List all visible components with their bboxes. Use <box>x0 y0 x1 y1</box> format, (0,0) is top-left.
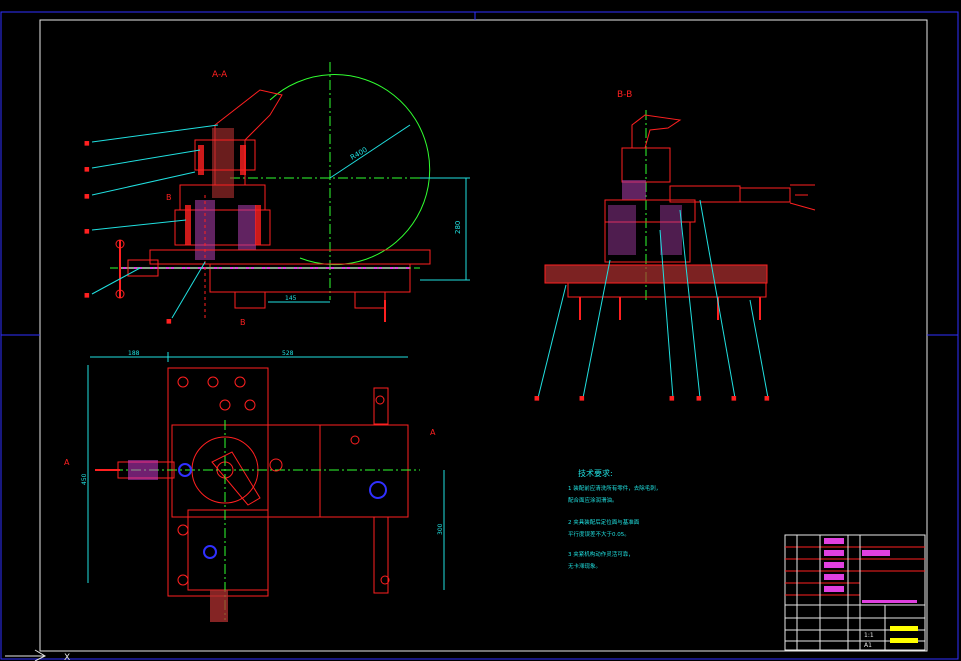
balloon-aa-5: ■ <box>84 292 90 299</box>
balloon-bb-1: ■ <box>534 395 540 402</box>
leader-aa-5 <box>91 267 141 295</box>
leader-bb-1 <box>537 284 567 399</box>
tb-fill-4 <box>824 574 844 580</box>
arm-hatch <box>212 128 234 198</box>
tb-fill-5 <box>824 586 844 592</box>
balloon-aa-1: ■ <box>84 140 90 147</box>
plan-dim-528: 528 <box>282 350 294 357</box>
base-plate-aa <box>149 249 431 265</box>
plan-plate-center <box>171 424 409 518</box>
plan-hole-blue-1 <box>369 481 387 499</box>
tech-requirements: 技术要求: 1 装配前应清洗所有零件，去除毛刺， 配合面应涂润滑油。 2 夹具装… <box>568 468 661 570</box>
plan-hole-4 <box>219 399 231 411</box>
base-plate-bb <box>545 265 767 283</box>
leader-aa-4 <box>91 219 187 231</box>
leader-bb-3 <box>659 229 674 399</box>
tb-fill-3 <box>824 562 844 568</box>
plan-dim-188: 188 <box>128 350 140 357</box>
plan-bottom-chuck <box>210 590 228 622</box>
balloon-aa-6: ■ <box>166 318 172 325</box>
clamp-head-hatch <box>622 180 646 200</box>
tech-line-3: 2 夹具装配后定位面与基准面 <box>568 518 640 526</box>
section-mark-b-bottom: B <box>240 318 246 327</box>
balloon-bb-3: ■ <box>669 395 675 402</box>
tech-line-5: 3 夹紧机构动作灵活可靠， <box>568 550 634 558</box>
section-mark-a-left: A <box>64 458 70 467</box>
leader-aa-2 <box>91 149 201 169</box>
tb-fill-7 <box>862 600 917 603</box>
tech-line-1: 1 装配前应清洗所有零件，去除毛刺， <box>568 484 661 492</box>
plan-hole-9 <box>350 435 360 445</box>
gripper-bb <box>789 184 816 211</box>
balloon-aa-3: ■ <box>84 193 90 200</box>
bolt-3 <box>185 205 191 245</box>
balloon-aa-2: ■ <box>84 166 90 173</box>
plan-lower-block <box>187 509 269 591</box>
plan-hole-3 <box>234 376 246 388</box>
section-aa-label: A-A <box>212 70 228 80</box>
radius-leader <box>329 124 411 179</box>
plan-hole-8 <box>269 458 283 472</box>
tech-line-6: 无卡滞现象。 <box>568 562 601 570</box>
plan-hole-10 <box>375 395 385 405</box>
plan-hole-blue-2 <box>203 545 217 559</box>
section-aa-view: A-A R400 280 145 B B ■ ■ ■ ■ ■ ■ <box>84 62 470 327</box>
cad-drawing: A-A R400 280 145 B B ■ ■ ■ ■ ■ ■ B-B ■ ■… <box>0 11 959 661</box>
handle-top-bb <box>631 114 682 149</box>
plan-dim-450: 450 <box>81 473 88 485</box>
swing-arc <box>269 74 431 266</box>
leader-aa-1 <box>91 124 219 143</box>
body-hatch-bb-2 <box>660 205 682 255</box>
tb-fill-6 <box>862 550 890 556</box>
dim-145: 145 <box>285 295 297 302</box>
dim-280: 280 <box>454 221 462 234</box>
tb-fill-yellow-2 <box>890 638 918 643</box>
balloon-aa-4: ■ <box>84 228 90 235</box>
plan-hole-2 <box>207 376 219 388</box>
plan-rail-top <box>373 387 389 425</box>
plan-hole-7 <box>177 524 189 536</box>
bolt-4 <box>255 205 261 245</box>
leader-aa-6 <box>171 261 206 319</box>
plan-hole-5 <box>244 399 256 411</box>
foot-aa-left <box>234 291 266 309</box>
tb-scale: 1:1 <box>864 632 874 639</box>
tech-line-4: 平行度误差不大于0.05。 <box>568 530 630 538</box>
plan-hole-6 <box>177 574 189 586</box>
title-block-frame <box>784 534 926 651</box>
tech-line-2: 配合面应涂润滑油。 <box>568 496 618 504</box>
leader-bb-5 <box>699 199 736 399</box>
svg-text:X: X <box>64 653 70 661</box>
balloon-bb-5: ■ <box>731 395 737 402</box>
section-bb-view: B-B ■ ■ ■ ■ ■ ■ <box>534 90 816 402</box>
balloon-bb-6: ■ <box>764 395 770 402</box>
section-mark-b-top: B <box>166 193 172 202</box>
plan-plate-left <box>167 367 269 597</box>
tb-fill-yellow-1 <box>890 626 918 631</box>
inner-frame <box>39 19 928 652</box>
tb-fill-1 <box>824 538 844 544</box>
section-mark-a-right: A <box>430 428 436 437</box>
balloon-bb-2: ■ <box>579 395 585 402</box>
tech-title: 技术要求: <box>578 468 613 478</box>
body-hatch-bb <box>608 205 636 255</box>
bolt-1 <box>198 145 204 175</box>
foot-aa-right <box>354 291 386 309</box>
plan-swing-arm <box>211 451 261 506</box>
rod-bb <box>739 187 791 203</box>
plan-hole-1 <box>177 376 189 388</box>
plan-dim-300: 300 <box>437 523 444 535</box>
outer-frame <box>0 11 959 660</box>
section-bb-label: B-B <box>617 90 632 100</box>
tb-drawing-no: A1 <box>864 642 872 649</box>
base-lower-bb <box>567 282 767 298</box>
bolt-2 <box>240 145 246 175</box>
tb-fill-2 <box>824 550 844 556</box>
balloon-bb-4: ■ <box>696 395 702 402</box>
title-block: 1:1 A1 <box>784 534 926 651</box>
plan-view: 188 528 450 300 A A <box>64 350 445 622</box>
column-hatch-2 <box>238 205 256 250</box>
plan-spindle-knurl <box>128 460 158 480</box>
